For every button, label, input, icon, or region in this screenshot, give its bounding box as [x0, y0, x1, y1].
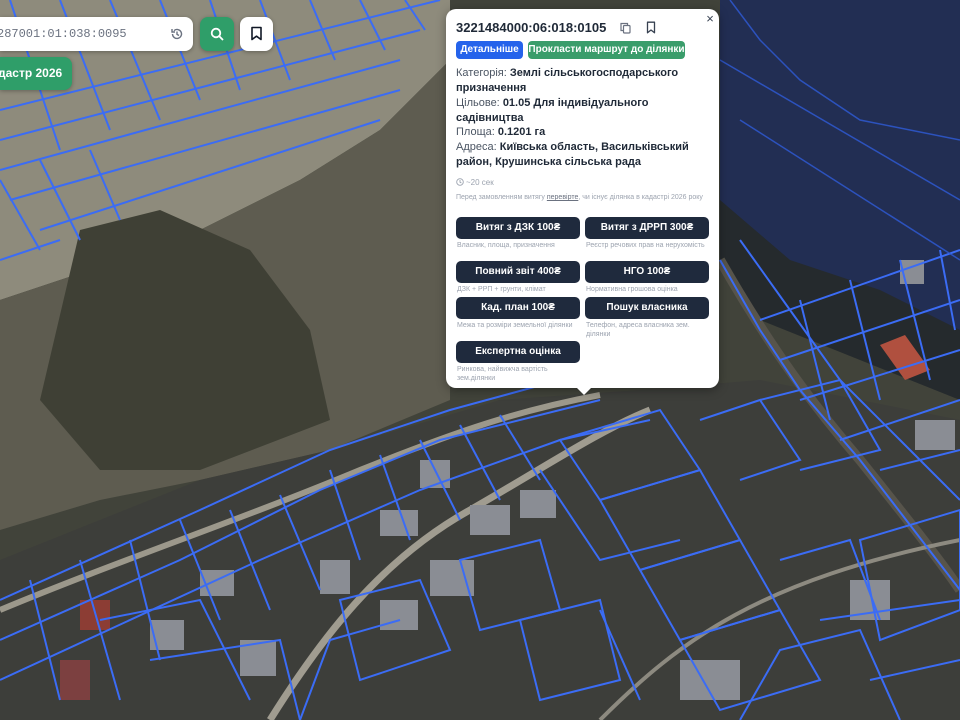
timer-text: ~20 сек [466, 178, 494, 187]
bookmark-icon[interactable] [646, 21, 656, 34]
bookmark-icon [251, 26, 262, 41]
dzk-extract-button[interactable]: Витяг з ДЗК 100₴ [456, 217, 580, 239]
note-text: Перед замовленням витягу [456, 194, 547, 201]
parcel-id: 3221484000:06:018:0105 [456, 20, 607, 35]
drrp-extract-button[interactable]: Витяг з ДРРП 300₴ [585, 217, 709, 239]
route-button[interactable]: Прокласти маршрут до ділянки [528, 41, 685, 59]
bookmarks-button[interactable] [240, 17, 273, 51]
full-report-caption: ДЗК + РРП + грунти, клімат [457, 286, 546, 293]
search-icon [210, 27, 224, 41]
area-row: Площа: 0.1201 га [456, 125, 706, 140]
search-button[interactable] [200, 17, 234, 51]
drrp-extract-caption: Реєстр речових прав на нерухомість [586, 242, 705, 249]
address-row: Адреса: Київська область, Васильківський… [456, 140, 706, 170]
owner-search-button[interactable]: Пошук власника [585, 297, 709, 319]
details-button[interactable]: Детальніше [456, 41, 523, 59]
address-label: Адреса: [456, 141, 500, 153]
timer: ~20 сек [456, 178, 494, 187]
category-label: Категорія: [456, 67, 510, 79]
cadastral-plan-caption: Межа та розміри земельної ділянки [457, 322, 573, 329]
full-report-button[interactable]: Повний звіт 400₴ [456, 261, 580, 283]
search-bar [0, 17, 193, 51]
red-roof [60, 660, 90, 700]
cadastral-plan-button[interactable]: Кад. план 100₴ [456, 297, 580, 319]
area-value: 0.1201 га [497, 126, 546, 138]
note-text-end: , чи існує ділянка в кадастрі 2026 року [578, 194, 703, 201]
cadastral-number-search-input[interactable] [0, 17, 160, 51]
dzk-extract-caption: Власник, площа, призначення [457, 242, 555, 249]
ngo-caption: Нормативна грошова оцінка [586, 286, 678, 293]
owner-search-caption: Телефон, адреса власника зем. ділянки [586, 322, 690, 338]
copy-icon[interactable] [620, 22, 631, 34]
popup-pointer [575, 386, 593, 395]
parcel-info-popup: × 3221484000:06:018:0105 Детальніше Прок… [446, 9, 719, 388]
clock-icon [456, 178, 464, 186]
expert-valuation-caption: Ринкова, найвижча вартість зем.ділянки [457, 366, 548, 382]
close-icon[interactable]: × [704, 12, 716, 25]
verify-link[interactable]: перевірте [547, 194, 579, 201]
ngo-button[interactable]: НГО 100₴ [585, 261, 709, 283]
area-label: Площа: [456, 126, 498, 138]
category-row: Категорія: Землі сільськогосподарського … [456, 66, 706, 96]
purpose-row: Цільове: 01.05 Для індивідуального садів… [456, 96, 706, 126]
verify-note: Перед замовленням витягу перевірте, чи і… [456, 193, 711, 202]
expert-valuation-button[interactable]: Експертна оцінка [456, 341, 580, 363]
purpose-label: Цільове: [456, 97, 503, 109]
history-icon[interactable] [170, 27, 184, 41]
cadastre-2026-chip[interactable]: дастр 2026 [0, 57, 72, 90]
